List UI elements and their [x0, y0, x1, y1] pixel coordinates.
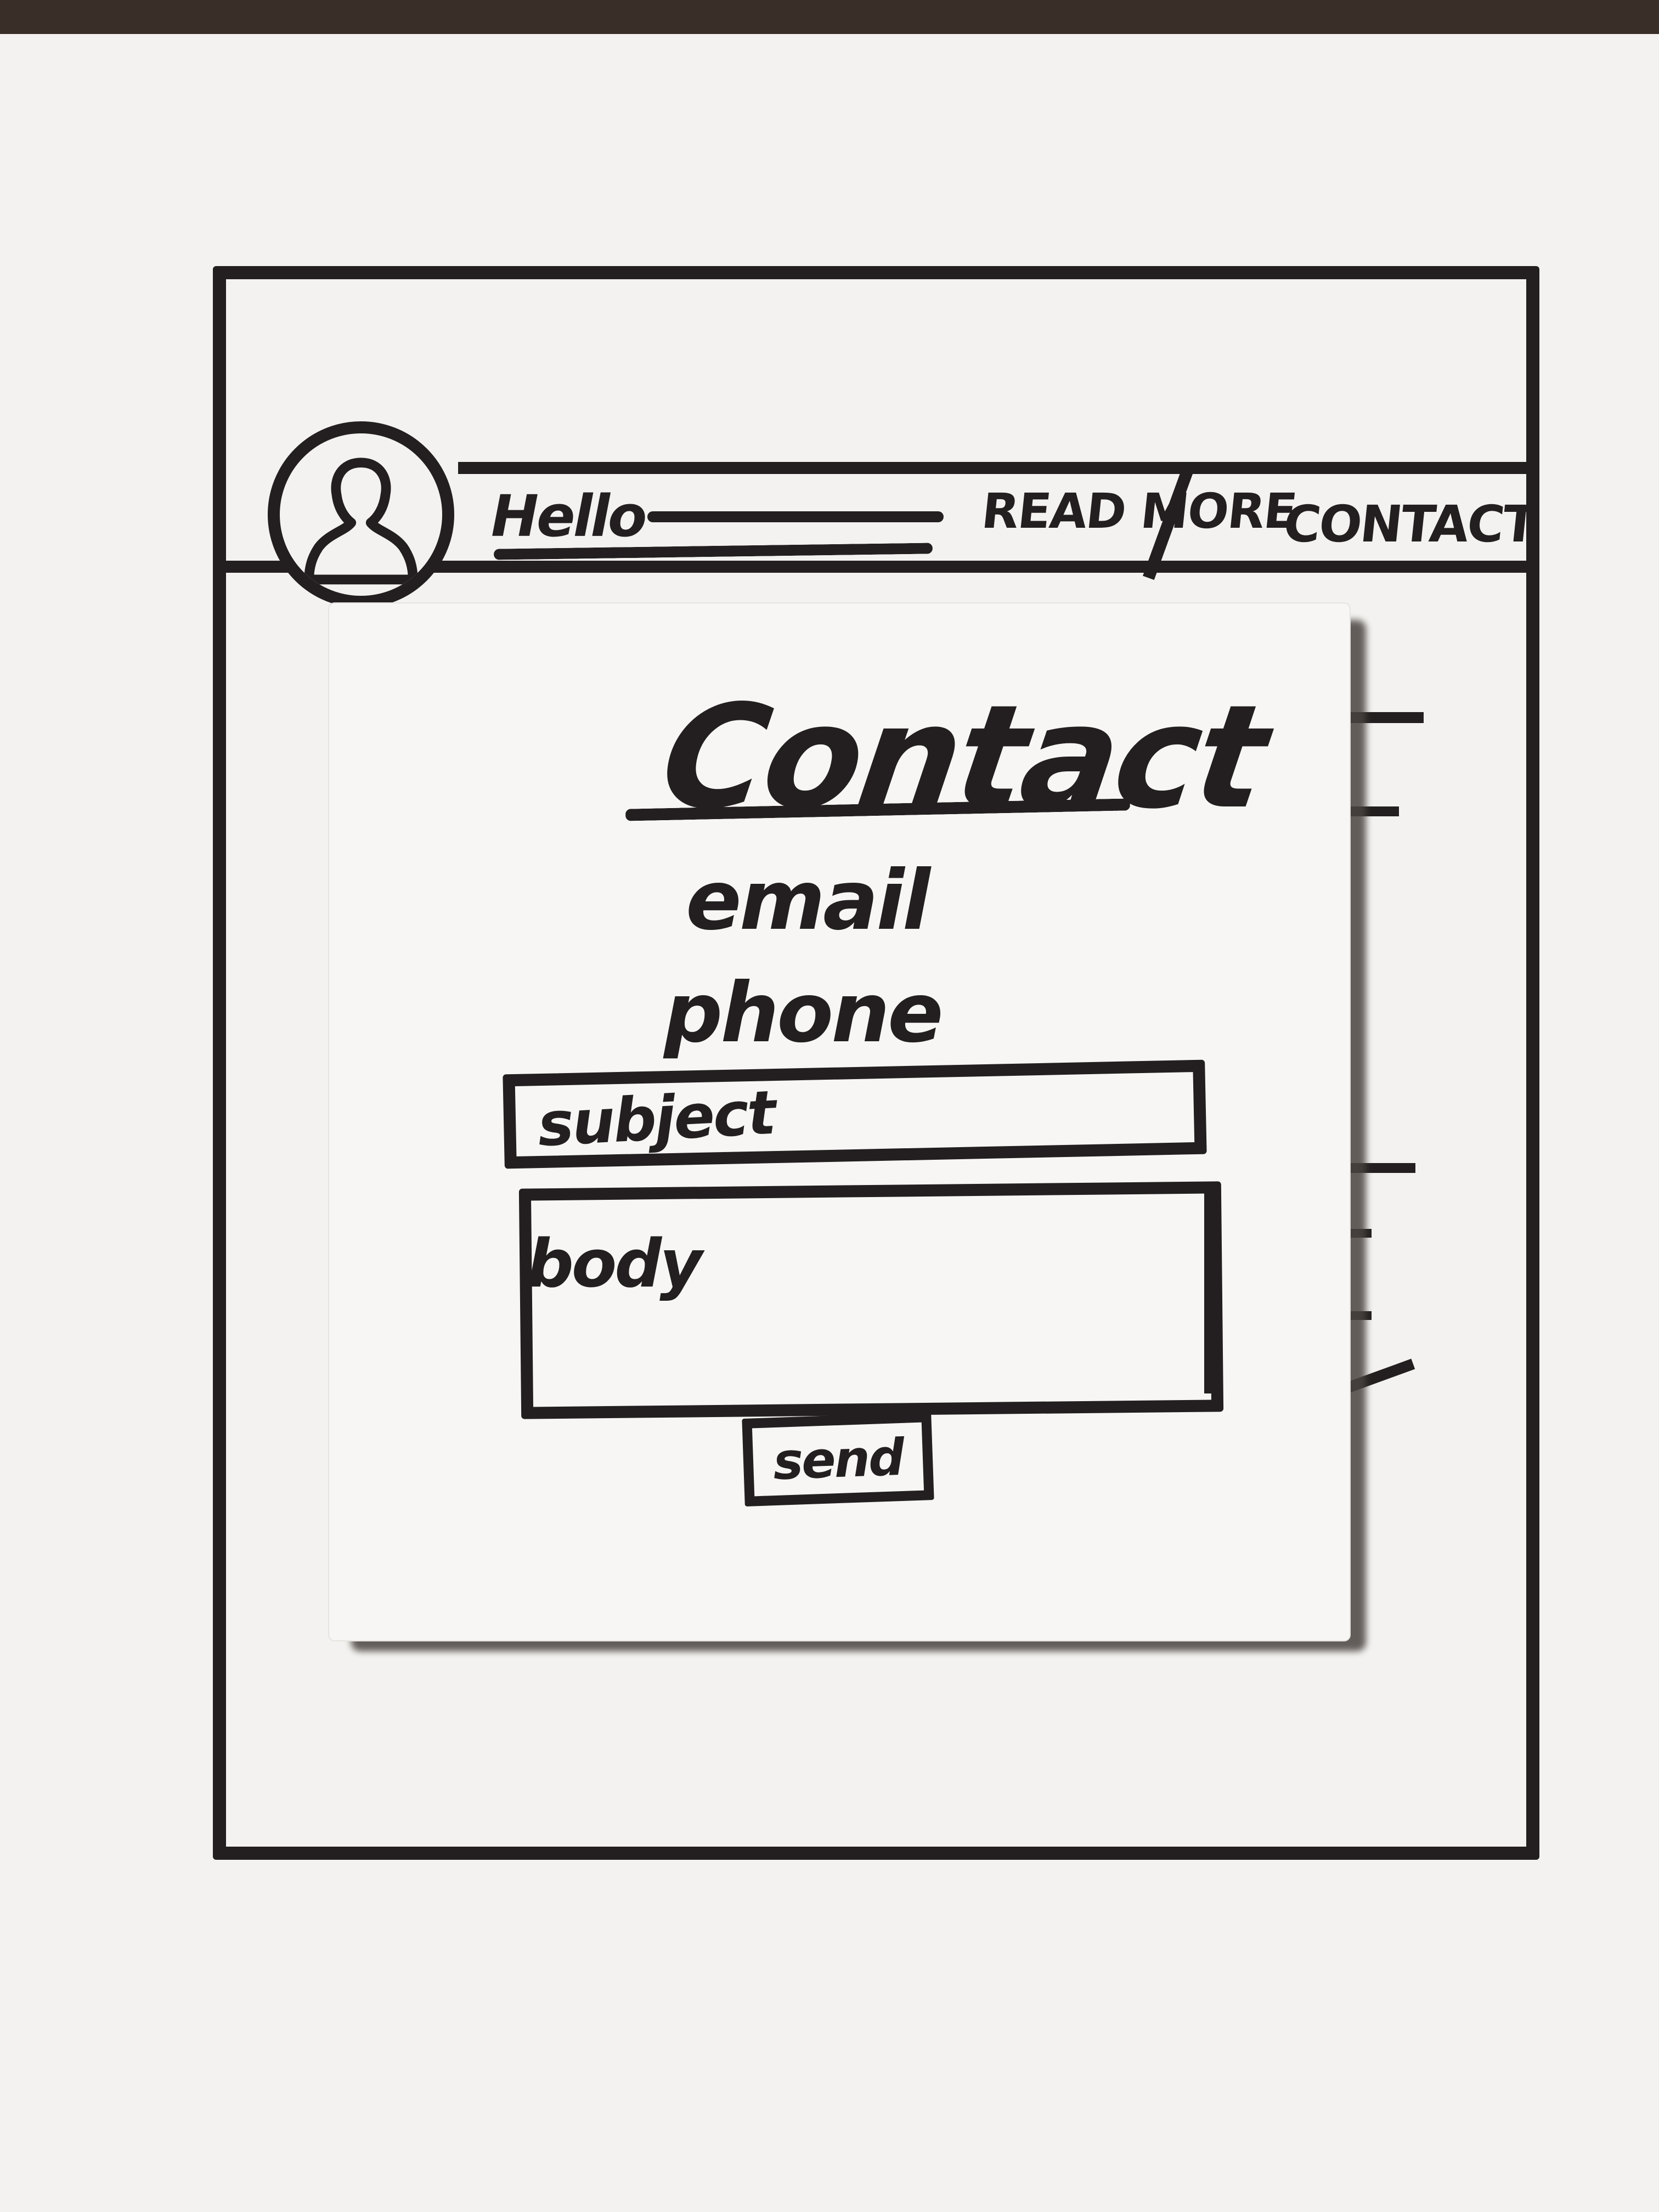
navbar-placeholder-line — [647, 511, 944, 522]
body-textarea-scrollbar[interactable] — [1204, 1185, 1216, 1393]
nav-link-contact[interactable]: CONTACT — [1280, 495, 1538, 554]
send-button[interactable]: send — [742, 1412, 934, 1506]
navbar-greeting: Hello — [491, 483, 647, 550]
table-background — [0, 0, 1659, 38]
user-silhouette-icon — [304, 458, 418, 585]
subject-input-label: subject — [535, 1077, 776, 1160]
user-avatar-icon[interactable] — [268, 421, 454, 608]
nav-link-read-more[interactable]: READ MORE — [979, 483, 1299, 539]
navbar-top-border — [458, 462, 1528, 474]
contact-email-text: email — [686, 853, 930, 949]
body-textarea-label: body — [527, 1226, 702, 1302]
contact-phone-text: phone — [664, 966, 944, 1061]
